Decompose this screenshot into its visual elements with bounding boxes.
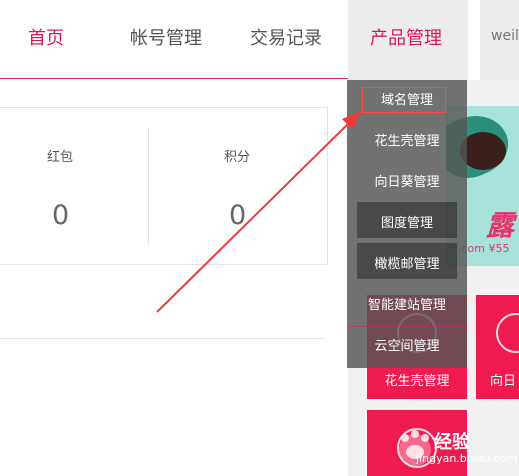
tile-sunflower[interactable]: 向日 [476,295,519,399]
points-value[interactable]: 0 [229,200,246,231]
menu-item-site-builder[interactable]: 智能建站管理 [347,285,467,326]
stats-divider [148,128,149,244]
nav-underline [0,78,348,79]
nav-username[interactable]: weile [491,28,519,44]
menu-item-tudu[interactable]: 图度管理 [347,203,467,244]
stats-card [0,107,328,265]
content-divider [0,338,326,339]
watermark-url: jingyan.baidu.com [416,452,518,465]
nav-transaction-records[interactable]: 交易记录 [250,24,322,50]
watermark-text: 经验 [434,432,470,453]
nav-product-management[interactable]: 产品管理 [370,24,442,50]
tile-label: 花生壳管理 [384,374,450,389]
nav-home[interactable]: 首页 [28,24,64,50]
sunflower-icon [496,313,519,353]
redpacket-label: 红包 [47,150,74,165]
points-label: 积分 [224,150,251,165]
product-dropdown-menu: 域名管理 花生壳管理 向日葵管理 图度管理 橄榄邮管理 智能建站管理 云空间管理 [347,80,467,368]
nav-account-management[interactable]: 帐号管理 [130,24,202,50]
redpacket-value[interactable]: 0 [52,200,69,231]
domain-highlight-box [362,87,446,113]
menu-item-huashengke[interactable]: 花生壳管理 [347,121,467,162]
banner-title: 露 [486,209,515,242]
menu-item-ganlanmail[interactable]: 橄榄邮管理 [347,244,467,285]
dropdown-separator [347,326,467,327]
tile-label: 向日 [490,374,517,389]
menu-item-cloud-space[interactable]: 云空间管理 [347,326,467,367]
menu-item-sunflower[interactable]: 向日葵管理 [347,162,467,203]
